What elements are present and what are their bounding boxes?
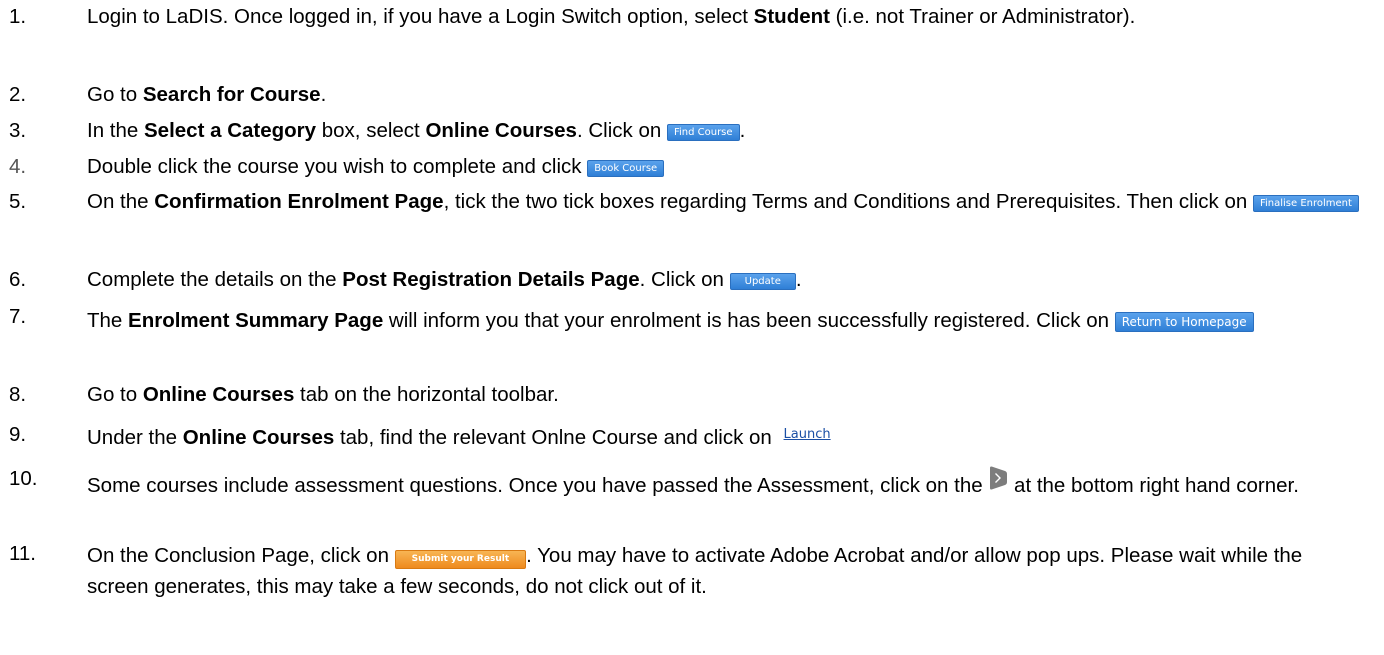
instruction-document: 1. Login to LaDIS. Once logged in, if yo…: [0, 0, 1384, 655]
step-text: Login to LaDIS. Once logged in, if you h…: [87, 5, 1136, 28]
launch-link[interactable]: Launch: [784, 421, 831, 449]
step-text: Some courses include assessment question…: [87, 465, 1364, 503]
step-text: Go to Online Courses tab on the horizont…: [87, 383, 559, 406]
step-number: 11.: [9, 542, 36, 565]
emphasis: Post Registration Details Page: [342, 268, 640, 291]
book-course-button[interactable]: Book Course: [587, 160, 665, 177]
step-text: The Enrolment Summary Page will inform y…: [87, 303, 1364, 339]
emphasis: Online Courses: [425, 119, 577, 142]
emphasis: Select a Category: [144, 119, 317, 142]
step-number: 5.: [9, 190, 27, 213]
step-text: On the Confirmation Enrolment Page, tick…: [87, 188, 1364, 216]
step-number: 7.: [9, 305, 27, 328]
step-text: Under the Online Courses tab, find the r…: [87, 421, 1364, 452]
step-number: 8.: [9, 383, 27, 406]
step-number: 3.: [9, 119, 27, 142]
emphasis: Enrolment Summary Page: [128, 309, 384, 332]
next-arrow-icon[interactable]: [988, 465, 1008, 491]
step-number: 1.: [9, 5, 27, 28]
submit-your-result-button[interactable]: Submit your Result: [394, 550, 527, 569]
step-text: On the Conclusion Page, click on Submit …: [87, 544, 1303, 598]
emphasis: Search for Course: [142, 83, 321, 106]
step-text: Go to Search for Course.: [87, 83, 327, 106]
return-to-homepage-button[interactable]: Return to Homepage: [1114, 312, 1254, 332]
step-number: 10.: [9, 467, 38, 490]
update-button[interactable]: Update: [729, 273, 796, 290]
step-text: Double click the course you wish to comp…: [87, 153, 1364, 181]
emphasis: Online Courses: [182, 426, 335, 449]
emphasis: Student: [753, 5, 830, 28]
find-course-button[interactable]: Find Course: [666, 124, 740, 141]
emphasis: Online Courses: [142, 383, 295, 406]
step-number: 9.: [9, 423, 27, 446]
step-text: Complete the details on the Post Registr…: [87, 268, 802, 291]
emphasis: Confirmation Enrolment Page: [154, 190, 444, 213]
step-number: 6.: [9, 268, 27, 291]
step-number: 4.: [9, 155, 27, 178]
step-text: In the Select a Category box, select Onl…: [87, 119, 746, 142]
step-number: 2.: [9, 83, 27, 106]
finalise-enrolment-button[interactable]: Finalise Enrolment: [1252, 195, 1359, 212]
